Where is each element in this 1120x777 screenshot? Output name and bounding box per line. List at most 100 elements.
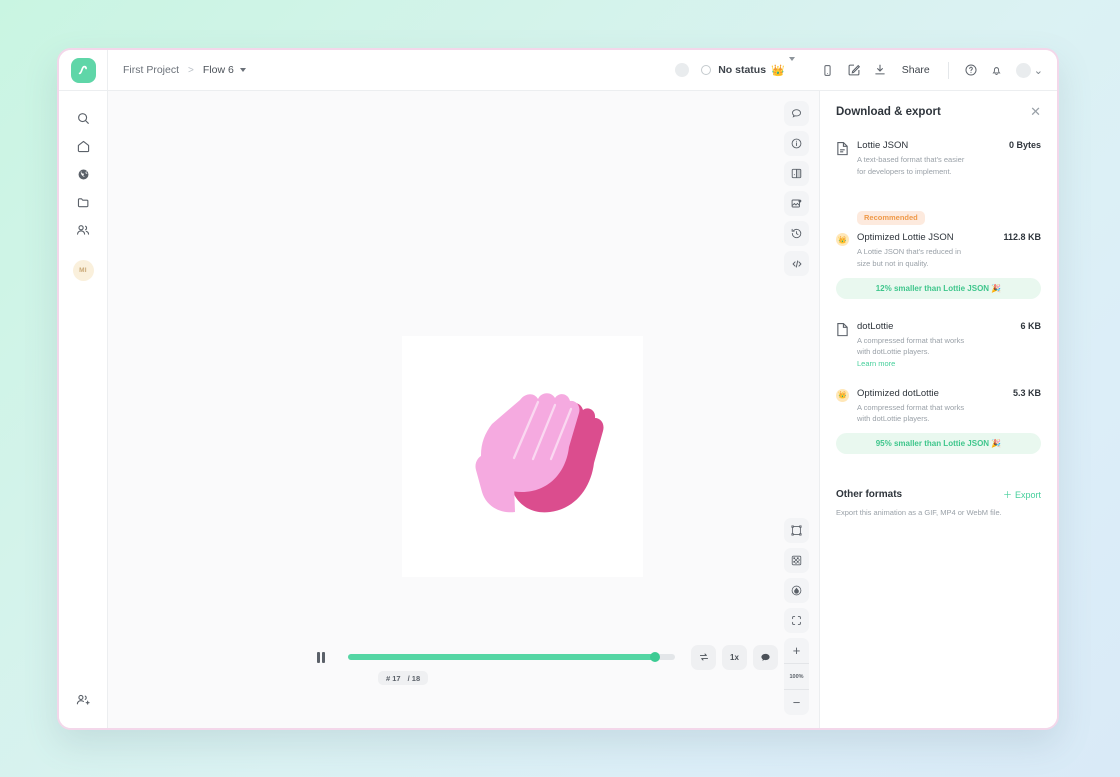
animation-stage[interactable]	[402, 336, 643, 577]
layers-icon[interactable]	[784, 161, 809, 186]
format-name: dotLottie	[857, 320, 894, 332]
pause-bar-right	[322, 651, 326, 663]
logo-cell	[59, 50, 108, 90]
download-export-panel: Download & export ✕ Lottie JSON 0 Bytes …	[819, 91, 1057, 728]
zoom-out-button[interactable]: −	[784, 690, 809, 715]
player-controls: # 17 / 18 1x	[308, 644, 778, 685]
status-dropdown[interactable]	[788, 57, 795, 79]
share-button[interactable]: Share	[893, 64, 939, 76]
canvas-top-toolbar	[784, 101, 809, 276]
recommended-badge: Recommended	[857, 210, 925, 225]
format-name: Optimized dotLottie	[857, 387, 939, 399]
comment-filled-icon[interactable]	[753, 644, 778, 670]
export-label: Export	[1014, 489, 1041, 500]
crown-badge-icon: 👑	[836, 233, 849, 247]
phone-preview-icon[interactable]	[815, 57, 841, 83]
canvas-area[interactable]: # 17 / 18 1x + 100% −	[108, 91, 819, 728]
comment-icon[interactable]	[784, 101, 809, 126]
notification-bell-icon[interactable]	[984, 57, 1010, 83]
pause-icon[interactable]	[308, 644, 334, 670]
breadcrumb-project[interactable]: First Project	[123, 64, 179, 76]
timeline-progress	[348, 654, 656, 660]
plus-icon: ＋	[1002, 490, 1012, 500]
panel-header: Download & export ✕	[836, 105, 1041, 118]
sidebar-item-home[interactable]	[69, 132, 97, 160]
app-header: First Project > Flow 6 No status 👑 Share…	[59, 50, 1057, 91]
lottiefiles-logo-icon[interactable]	[70, 57, 96, 83]
status-ring-icon	[701, 65, 712, 75]
header-actions: No status 👑 Share ⌄	[675, 57, 1057, 83]
other-formats-title: Other formats	[836, 489, 903, 500]
status-label[interactable]: No status	[718, 64, 766, 76]
format-size: 6 KB	[1020, 320, 1041, 331]
sidebar-item-search[interactable]	[69, 104, 97, 132]
sidebar-item-projects[interactable]	[69, 188, 97, 216]
timeline-slider-wrap: # 17 / 18	[348, 652, 675, 685]
workspace-avatar[interactable]: MI	[72, 260, 94, 281]
pause-bar-left	[316, 651, 320, 663]
file-icon	[836, 321, 849, 368]
history-icon[interactable]	[784, 221, 809, 246]
sidebar-item-teams[interactable]	[69, 216, 97, 244]
format-size: 5.3 KB	[1012, 387, 1041, 398]
edit-pencil-icon[interactable]	[841, 57, 867, 83]
zoom-controls: + 100% −	[784, 638, 809, 715]
bounding-box-icon[interactable]	[784, 518, 809, 543]
download-icon[interactable]	[867, 57, 893, 83]
breadcrumb-flow-label: Flow 6	[202, 64, 234, 76]
loop-icon[interactable]	[691, 644, 716, 670]
format-name: Lottie JSON	[857, 140, 909, 151]
learn-more-link[interactable]: Learn more	[857, 359, 1041, 368]
savings-badge: 12% smaller than Lottie JSON 🎉	[836, 277, 1041, 299]
frame-counter[interactable]: # 17 / 18	[378, 671, 429, 685]
frame-total: / 18	[407, 673, 421, 683]
droplet-icon[interactable]	[784, 578, 809, 603]
export-button[interactable]: ＋ Export	[1003, 488, 1041, 501]
format-size: 0 Bytes	[1008, 140, 1041, 150]
format-description: A Lottie JSON that's reduced in size but…	[857, 247, 961, 268]
sidebar-item-discover[interactable]	[69, 160, 97, 188]
format-size: 112.8 KB	[1003, 232, 1041, 243]
chevron-down-icon[interactable]: ⌄	[1034, 64, 1045, 77]
checkerboard-icon[interactable]	[784, 548, 809, 573]
help-circle-icon[interactable]	[958, 57, 984, 83]
file-icon	[836, 140, 849, 177]
other-formats-description: Export this animation as a GIF, MP4 or W…	[836, 508, 1002, 517]
format-item-dotlottie[interactable]: dotLottie 6 KB A compressed format that …	[836, 321, 1041, 368]
chevron-down-icon	[239, 68, 246, 72]
code-icon[interactable]	[784, 251, 809, 276]
crown-badge-icon: 👑	[836, 388, 849, 402]
playback-speed-button[interactable]: 1x	[722, 644, 747, 670]
format-item-optimized-dotlottie[interactable]: 👑 Optimized dotLottie 5.3 KB A compresse…	[836, 388, 1041, 454]
other-formats-header: Other formats ＋ Export	[836, 488, 1041, 501]
timeline-knob[interactable]	[650, 652, 661, 662]
format-name: Optimized Lottie JSON	[857, 232, 954, 244]
panel-title: Download & export	[836, 105, 941, 118]
add-person-icon[interactable]	[69, 686, 97, 714]
image-icon[interactable]	[784, 191, 809, 216]
format-item-lottie-json[interactable]: Lottie JSON 0 Bytes A text-based format …	[836, 140, 1041, 177]
breadcrumb-separator: >	[188, 64, 194, 76]
collaborator-avatar[interactable]	[675, 63, 690, 77]
frame-current: # 17	[386, 673, 401, 683]
zoom-in-button[interactable]: +	[784, 638, 809, 663]
chevron-down-icon	[788, 57, 795, 78]
user-avatar[interactable]	[1015, 62, 1031, 78]
zoom-level-text: 100%	[789, 673, 804, 680]
crown-icon: 👑	[771, 64, 785, 77]
info-icon[interactable]	[784, 131, 809, 156]
format-item-optimized-lottie-json[interactable]: Recommended 👑 Optimized Lottie JSON 112.…	[836, 207, 1041, 299]
canvas-bottom-toolbar: + 100% −	[784, 518, 809, 715]
timeline-slider[interactable]	[348, 652, 675, 662]
breadcrumb: First Project > Flow 6	[108, 64, 246, 76]
close-icon[interactable]: ✕	[1030, 105, 1041, 118]
header-divider	[947, 61, 949, 79]
format-description: A compressed format that works with dotL…	[857, 402, 965, 424]
format-description: A compressed format that works with dotL…	[857, 335, 965, 357]
zoom-level-label[interactable]: 100%	[784, 664, 809, 689]
left-sidebar: MI	[59, 91, 108, 728]
app-window: First Project > Flow 6 No status 👑 Share…	[57, 48, 1059, 730]
fit-frame-icon[interactable]	[784, 608, 809, 633]
clapping-hands-animation	[475, 393, 604, 513]
breadcrumb-flow[interactable]: Flow 6	[203, 64, 246, 76]
